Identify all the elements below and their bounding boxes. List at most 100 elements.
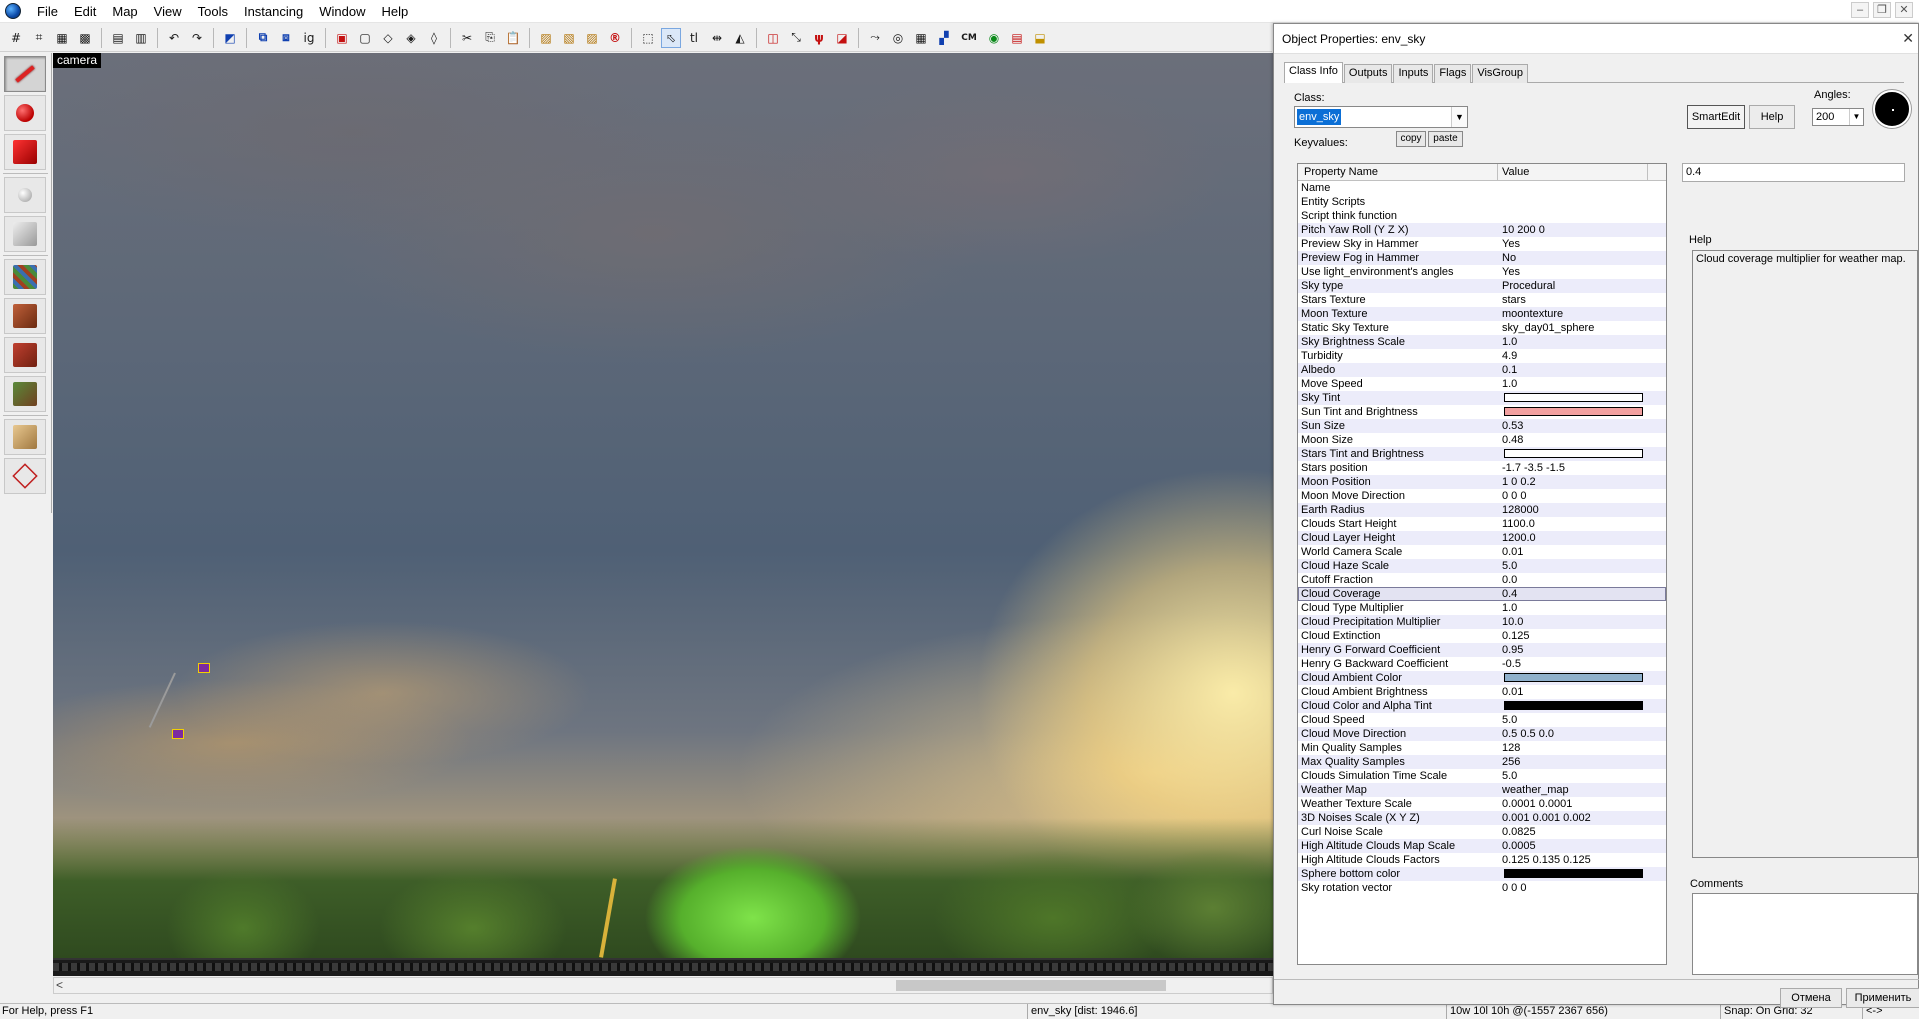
menu-help[interactable]: Help [373,2,416,21]
texture-lock-icon[interactable]: ◈ [401,28,421,48]
column-value[interactable]: Value [1498,164,1648,180]
grid-smaller-icon[interactable]: ▦ [52,28,72,48]
table-row[interactable]: Sky Tint [1298,391,1666,405]
menu-map[interactable]: Map [104,2,145,21]
table-row[interactable]: Earth Radius 128000 [1298,503,1666,517]
table-row[interactable]: Name [1298,181,1666,195]
hide-selection-icon[interactable]: ▤ [108,28,128,48]
overlay-icon[interactable]: ⬓ [1030,28,1050,48]
table-row[interactable]: Moon Position 1 0 0.2 [1298,475,1666,489]
table-row[interactable]: Cloud Coverage 0.4 [1298,587,1666,601]
redo-icon[interactable]: ↷ [187,28,207,48]
color-swatch[interactable] [1504,701,1643,710]
table-row[interactable]: Stars Tint and Brightness [1298,447,1666,461]
table-row[interactable]: Clouds Simulation Time Scale 5.0 [1298,769,1666,783]
table-row[interactable]: Stars position -1.7 -3.5 -1.5 [1298,461,1666,475]
sphere-icon[interactable]: ◎ [888,28,908,48]
close-icon[interactable]: ✕ [1902,30,1914,47]
table-row[interactable]: Moon Move Direction 0 0 0 [1298,489,1666,503]
carve-icon[interactable]: ◩ [220,28,240,48]
undo-icon[interactable]: ↶ [164,28,184,48]
table-row[interactable]: 3D Noises Scale (X Y Z) 0.001 0.001 0.002 [1298,811,1666,825]
table-row[interactable]: Preview Fog in Hammer No [1298,251,1666,265]
table-row[interactable]: Cutoff Fraction 0.0 [1298,573,1666,587]
wireframe-icon[interactable]: ▦ [911,28,931,48]
selection-tool-icon[interactable] [4,56,46,92]
color-swatch[interactable] [1504,673,1643,682]
table-row[interactable]: Sky rotation vector 0 0 0 [1298,881,1666,895]
viewport-label[interactable]: camera [53,53,102,68]
record-icon[interactable]: ® [605,28,625,48]
cancel-button[interactable]: Отмена [1780,988,1842,1008]
table-row[interactable]: Moon Texture moontexture [1298,307,1666,321]
class-dropdown[interactable]: env_sky ▼ [1294,106,1468,128]
table-row[interactable]: Pitch Yaw Roll (Y Z X) 10 200 0 [1298,223,1666,237]
texture-scale-lock-icon[interactable]: ◊ [424,28,444,48]
decal-tool-icon[interactable] [4,337,46,373]
clipping-tool-icon[interactable] [4,419,46,455]
entity-marker[interactable] [148,663,218,743]
grid-toggle-icon[interactable]: # [6,28,26,48]
color-swatch[interactable] [1504,869,1643,878]
camera-viewport[interactable]: camera [53,53,1273,958]
table-row[interactable]: Script think function [1298,209,1666,223]
tab-inputs[interactable]: Inputs [1393,64,1434,83]
table-row[interactable]: Weather Map weather_map [1298,783,1666,797]
hammer-logo-icon[interactable] [5,3,21,19]
tab-class-info[interactable]: Class Info [1284,62,1343,83]
table-row[interactable]: Cloud Haze Scale 5.0 [1298,559,1666,573]
table-row[interactable]: Curl Noise Scale 0.0825 [1298,825,1666,839]
apply-button[interactable]: Применить [1846,988,1919,1008]
angle-dial-icon[interactable] [1873,90,1911,128]
draw-icon[interactable]: ▤ [1007,28,1027,48]
cut-icon[interactable]: ✂ [457,28,477,48]
table-row[interactable]: Cloud Extinction 0.125 [1298,629,1666,643]
entity-tool-icon[interactable] [4,177,46,213]
scroll-left-icon[interactable]: < [56,978,63,992]
path-icon[interactable]: ⤡ [786,28,806,48]
menu-edit[interactable]: Edit [66,2,104,21]
table-row[interactable]: Move Speed 1.0 [1298,377,1666,391]
minimize-icon[interactable]: – [1851,2,1869,18]
selection-box-icon[interactable]: ⬚ [638,28,658,48]
table-row[interactable]: Sky Brightness Scale 1.0 [1298,335,1666,349]
table-row[interactable]: High Altitude Clouds Map Scale 0.0005 [1298,839,1666,853]
hollow-icon[interactable]: ▣ [332,28,352,48]
overlay-tool-icon[interactable] [4,376,46,412]
table-row[interactable]: Sky type Procedural [1298,279,1666,293]
flip-icon[interactable]: ◭ [730,28,750,48]
angles-dropdown[interactable]: 200 ▼ [1812,108,1864,126]
copy-button[interactable]: copy [1396,131,1426,147]
visgroup-icon[interactable]: ▞ [934,28,954,48]
help-button[interactable]: Help [1749,105,1795,129]
table-row[interactable]: Albedo 0.1 [1298,363,1666,377]
cm-button[interactable]: CM [957,28,981,48]
table-row[interactable]: Sun Size 0.53 [1298,419,1666,433]
chevron-down-icon[interactable]: ▼ [1849,109,1863,125]
table-row[interactable]: Cloud Ambient Color [1298,671,1666,685]
column-property-name[interactable]: Property Name [1298,164,1498,180]
table-row[interactable]: Entity Scripts [1298,195,1666,209]
entity-report-icon[interactable]: ψ [809,28,829,48]
group-icon[interactable]: ⧉ [253,28,273,48]
scroll-thumb[interactable] [896,980,1166,991]
table-row[interactable]: Clouds Start Height 1100.0 [1298,517,1666,531]
cordon-icon[interactable]: ⤳ [865,28,885,48]
horizontal-scrollbar[interactable]: < [53,977,1273,994]
clip-icon[interactable]: ▢ [355,28,375,48]
color-swatch[interactable] [1504,393,1643,402]
select-pointer-icon[interactable]: ⬁ [661,27,681,48]
tab-visgroup[interactable]: VisGroup [1472,64,1528,83]
paste-button[interactable]: paste [1428,131,1463,147]
grid-larger-icon[interactable]: ▩ [75,28,95,48]
vertex-icon[interactable]: ◇ [378,28,398,48]
comments-input[interactable] [1692,893,1918,975]
table-row[interactable]: Cloud Ambient Brightness 0.01 [1298,685,1666,699]
table-row[interactable]: Turbidity 4.9 [1298,349,1666,363]
table-row[interactable]: Henry G Backward Coefficient -0.5 [1298,657,1666,671]
table-row[interactable]: Preview Sky in Hammer Yes [1298,237,1666,251]
table-row[interactable]: Cloud Color and Alpha Tint [1298,699,1666,713]
run-map-icon[interactable]: ◫ [763,28,783,48]
table-row[interactable]: Cloud Type Multiplier 1.0 [1298,601,1666,615]
table-row[interactable]: Max Quality Samples 256 [1298,755,1666,769]
